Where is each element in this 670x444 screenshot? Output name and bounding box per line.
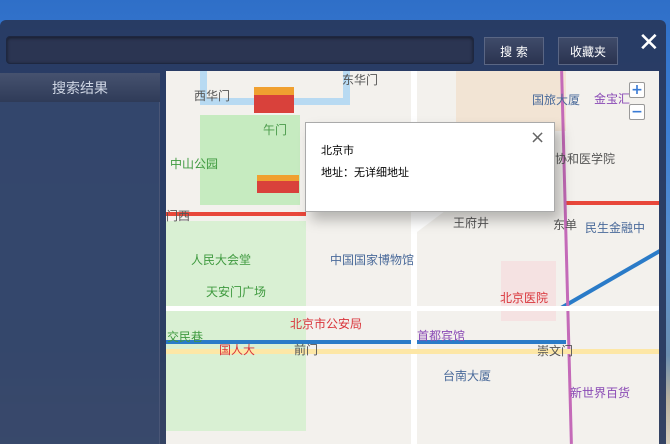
popup-pointer: [413, 211, 445, 235]
map-label[interactable]: 中国国家博物馆: [330, 251, 414, 268]
map-label[interactable]: 国人大: [219, 341, 255, 358]
close-icon[interactable]: ✕: [638, 28, 660, 58]
map-label[interactable]: 金宝汇: [594, 90, 630, 107]
popup-close-icon[interactable]: ×: [530, 127, 545, 148]
favorites-button[interactable]: 收藏夹: [558, 37, 618, 65]
map-label[interactable]: 前门: [294, 341, 318, 358]
zoom-out-button[interactable]: −: [629, 104, 645, 120]
road: [166, 306, 659, 311]
palace-icon: [254, 87, 294, 113]
map-label[interactable]: 中山公园: [170, 155, 218, 172]
map-label[interactable]: 北京市公安局: [290, 315, 362, 332]
map-label[interactable]: 协和医学院: [555, 150, 615, 167]
map-label[interactable]: 崇文门: [537, 342, 573, 359]
map-label[interactable]: 西华门: [194, 87, 230, 104]
map-label[interactable]: 交民巷: [167, 328, 203, 345]
map-label[interactable]: 北京医院: [500, 289, 548, 306]
map-label[interactable]: 天安门广场: [206, 283, 266, 300]
map-label[interactable]: 台南大厦: [443, 367, 491, 384]
map-label[interactable]: 东单: [553, 216, 577, 233]
zoom-in-button[interactable]: +: [629, 82, 645, 98]
map-label[interactable]: 东华门: [342, 71, 378, 88]
search-results-list[interactable]: [0, 102, 160, 444]
popup-address: 地址：无详细地址: [321, 166, 409, 179]
metro-line-1-east: [566, 201, 659, 205]
search-button[interactable]: 搜 索: [484, 37, 544, 65]
search-input[interactable]: [6, 36, 474, 64]
map-label[interactable]: 新世界百货: [570, 384, 630, 401]
map-label[interactable]: 首都宾馆: [417, 327, 465, 344]
info-popup: 北京市 地址：无详细地址 ×: [305, 122, 555, 212]
map-label[interactable]: 民生金融中: [585, 219, 645, 236]
metro-line-2-diag: [560, 241, 659, 310]
map-label[interactable]: 人民大会堂: [191, 251, 251, 268]
popup-title: 北京市: [321, 144, 354, 157]
search-results-header: 搜索结果: [0, 73, 160, 102]
tiananmen-icon: [257, 175, 299, 193]
map-label[interactable]: 门西: [166, 207, 190, 224]
map-label[interactable]: 国旅大厦: [532, 91, 580, 108]
map-label[interactable]: 王府井: [453, 214, 489, 231]
map-label[interactable]: 午门: [263, 121, 287, 138]
